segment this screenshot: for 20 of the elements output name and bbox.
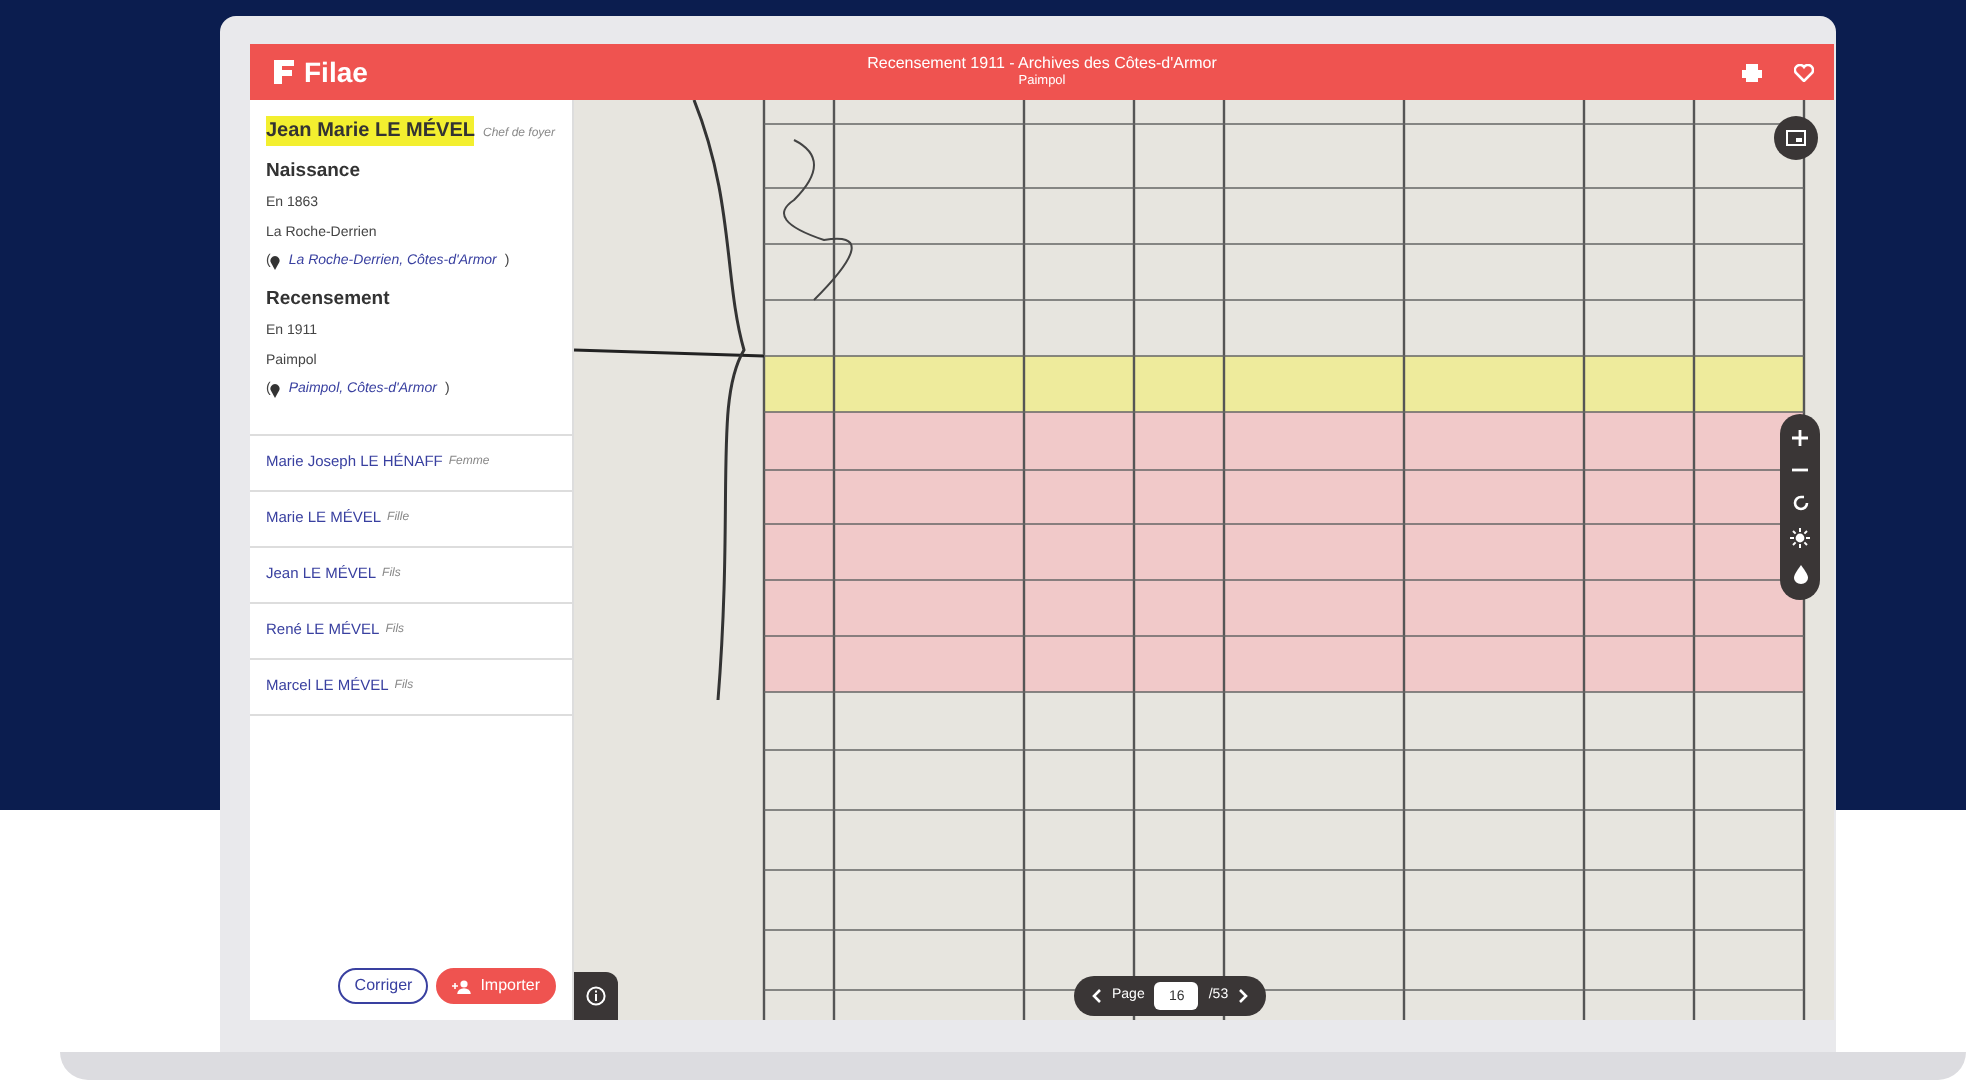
brightness-icon[interactable] [1790,528,1810,548]
contrast-icon[interactable] [1791,564,1809,584]
info-button[interactable] [574,972,618,1020]
add-person-icon [452,979,473,994]
logo-text: Filae [304,53,368,91]
heart-icon[interactable] [1794,63,1814,81]
next-icon[interactable] [1238,988,1251,1004]
print-icon[interactable] [1742,63,1762,81]
rotate-icon[interactable] [1791,494,1809,512]
map-pin-icon [270,256,281,270]
page-title: Recensement 1911 - Archives des Côtes-d'Armor [867,56,1217,74]
info-icon [586,986,606,1006]
correct-button[interactable]: Corriger [338,968,429,1004]
plus-icon[interactable] [1792,430,1808,446]
window-icon [1786,130,1806,146]
section-heading: Naissance [266,158,363,186]
map-pin-icon [270,383,281,398]
section-heading: Recensement [266,285,392,314]
previous-icon[interactable] [1090,988,1102,1004]
logo-icon [270,58,298,86]
